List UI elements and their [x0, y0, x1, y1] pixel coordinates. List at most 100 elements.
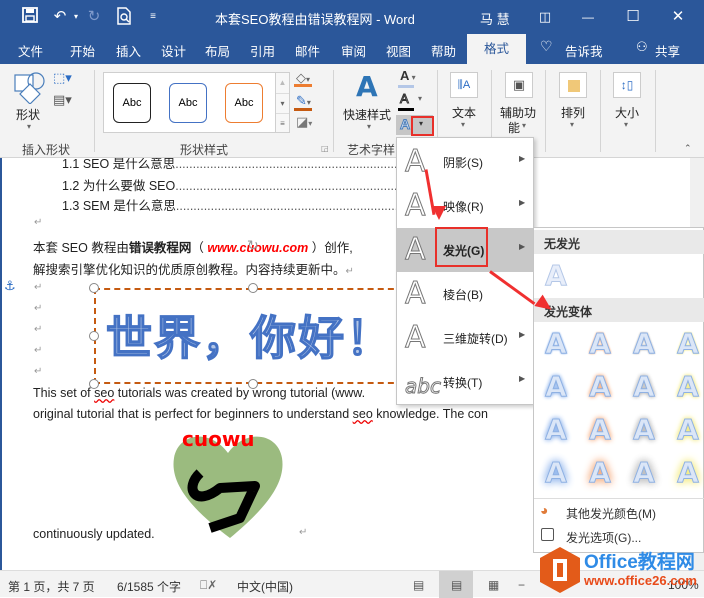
minimize-button[interactable]: —	[573, 4, 603, 30]
alt-text-icon[interactable]: ▣	[505, 72, 533, 98]
undo-dropdown-icon[interactable]: ▾	[66, 7, 86, 27]
web-layout-icon[interactable]: ▦	[488, 578, 499, 592]
glow-variant-option[interactable]: A	[538, 455, 574, 491]
zoom-out-icon[interactable]: −	[518, 578, 525, 592]
glow-variant-option[interactable]: A	[582, 412, 618, 448]
shape-fill-color-bar	[294, 84, 312, 87]
quick-styles-dropdown-icon[interactable]: ▾	[367, 122, 371, 131]
tab-references[interactable]: 引用	[250, 41, 275, 60]
spelling-error[interactable]: seo	[94, 386, 114, 400]
text-fill-icon[interactable]: A ▾	[400, 68, 416, 83]
shape-style-orange[interactable]: Abc	[225, 83, 263, 123]
redo-icon[interactable]: ↻	[84, 7, 104, 27]
wordart-text[interactable]: 世界，你好！	[105, 302, 394, 368]
glow-variant-option[interactable]: A	[626, 326, 662, 362]
more-glow-colors-item[interactable]: ◕ 其他发光颜色(M)	[534, 500, 704, 524]
glow-variant-option[interactable]: A	[626, 412, 662, 448]
user-name[interactable]: 马 慧	[480, 9, 510, 28]
no-glow-option[interactable]: A	[538, 258, 574, 294]
tab-file[interactable]: 文件	[18, 41, 43, 60]
text-outline-icon[interactable]: A	[400, 91, 410, 107]
menu-item-bevel[interactable]: A 棱台(B)	[397, 272, 533, 316]
word-count[interactable]: 6/1585 个字	[117, 578, 181, 595]
glow-variant-option[interactable]: A	[670, 369, 704, 405]
shape-style-blue[interactable]: Abc	[169, 83, 207, 123]
text-box-icon[interactable]: ▤▾	[53, 92, 72, 108]
tab-help[interactable]: 帮助	[431, 41, 456, 60]
text-dropdown-icon[interactable]: ▾	[461, 120, 465, 129]
arrange-button[interactable]: 排列	[561, 104, 585, 121]
quick-styles-icon[interactable]: A	[356, 70, 378, 103]
tab-insert[interactable]: 插入	[116, 41, 141, 60]
text-button[interactable]: 文本	[452, 104, 476, 121]
glow-variant-option[interactable]: A	[582, 326, 618, 362]
spelling-error[interactable]: seo	[353, 407, 373, 421]
accessibility-button-line2[interactable]: 能	[508, 119, 520, 136]
gallery-scroll[interactable]: ▲ ▾ ≡	[276, 72, 290, 133]
size-dropdown-icon[interactable]: ▾	[624, 120, 628, 129]
tab-format[interactable]: 格式	[467, 34, 527, 64]
ribbon-display-options-button[interactable]: ◫	[530, 4, 560, 30]
save-icon[interactable]	[20, 7, 40, 27]
menu-item-3d-rotation[interactable]: A 三维旋转(D) ▶	[397, 316, 533, 360]
accessibility-dropdown-icon[interactable]: ▾	[522, 121, 526, 130]
shape-style-black[interactable]: Abc	[113, 83, 151, 123]
customize-qat-icon[interactable]: ≡	[143, 7, 163, 27]
language[interactable]: 中文(中国)	[237, 578, 293, 595]
close-button[interactable]: ✕	[663, 4, 693, 30]
shape-outline-color-bar	[294, 108, 312, 111]
wordart-textbox[interactable]: 世界，你好！	[94, 288, 404, 384]
tab-home[interactable]: 开始	[70, 41, 95, 60]
menu-item-shadow[interactable]: A 阴影(S) ▶	[397, 140, 533, 184]
page-count[interactable]: 第 1 页，共 7 页	[8, 578, 95, 595]
glow-variant-option[interactable]: A	[582, 369, 618, 405]
tab-review[interactable]: 审阅	[341, 41, 366, 60]
text-effects-menu: A 阴影(S) ▶ A 映像(R) ▶ A 发光(G) ▶ A 棱台(B) A …	[396, 137, 534, 405]
tab-layout[interactable]: 布局	[205, 41, 230, 60]
glow-variant-option[interactable]: A	[538, 412, 574, 448]
size-icon[interactable]: ↕▯	[613, 72, 641, 98]
share-button[interactable]: 共享	[655, 41, 680, 60]
size-button[interactable]: 大小	[615, 104, 639, 121]
tell-me-search[interactable]: 告诉我	[565, 41, 603, 60]
paragraph-mark: ↵	[34, 366, 43, 377]
shape-outline-icon[interactable]: ✎▾	[296, 93, 311, 109]
resize-handle[interactable]	[89, 331, 99, 341]
glow-variant-option[interactable]: A	[626, 369, 662, 405]
paragraph-mark: ↵	[345, 266, 354, 277]
text-direction-icon[interactable]: ⫼A	[450, 72, 478, 98]
glow-variant-option[interactable]: A	[538, 326, 574, 362]
print-preview-icon[interactable]	[114, 7, 134, 27]
quick-styles-button[interactable]: 快速样式	[343, 106, 391, 123]
read-mode-icon[interactable]: ▤	[413, 578, 424, 592]
tab-mailings[interactable]: 邮件	[295, 41, 320, 60]
maximize-button[interactable]: ☐	[618, 4, 648, 30]
tab-view[interactable]: 视图	[386, 41, 411, 60]
glow-variant-option[interactable]: A	[582, 455, 618, 491]
shape-effects-icon[interactable]: ◪▾	[296, 114, 312, 130]
collapse-ribbon-icon[interactable]: ⌃	[684, 143, 692, 154]
shapes-dropdown-icon[interactable]: ▾	[27, 122, 31, 131]
resize-handle[interactable]	[89, 283, 99, 293]
rotation-handle-icon[interactable]: ↻	[247, 237, 259, 254]
glow-variant-option[interactable]: A	[670, 412, 704, 448]
shape-styles-launcher-icon[interactable]: ◲	[321, 144, 329, 153]
edit-shape-icon[interactable]: ⬚▾	[53, 70, 72, 86]
arrange-icon[interactable]	[559, 72, 587, 98]
resize-handle[interactable]	[248, 283, 258, 293]
glow-variant-option[interactable]: A	[626, 455, 662, 491]
para-text: knowledge. The con	[372, 407, 488, 421]
tab-design[interactable]: 设计	[161, 41, 186, 60]
toc-text: 1.1 SEO 是什么意思	[62, 158, 176, 171]
para-text: （	[191, 241, 204, 255]
menu-item-transform[interactable]: abc 转换(T) ▶	[397, 360, 533, 404]
heart-shape[interactable]: cuowu	[170, 427, 290, 543]
arrange-dropdown-icon[interactable]: ▾	[570, 120, 574, 129]
glow-variant-option[interactable]: A	[538, 369, 574, 405]
shapes-icon[interactable]	[14, 72, 46, 107]
glow-variant-option[interactable]: A	[670, 455, 704, 491]
menu-item-reflection[interactable]: A 映像(R) ▶	[397, 184, 533, 228]
glow-variant-option[interactable]: A	[670, 326, 704, 362]
proofing-icon[interactable]: ⎕✗	[200, 578, 217, 593]
shapes-button[interactable]: 形状	[16, 106, 40, 123]
